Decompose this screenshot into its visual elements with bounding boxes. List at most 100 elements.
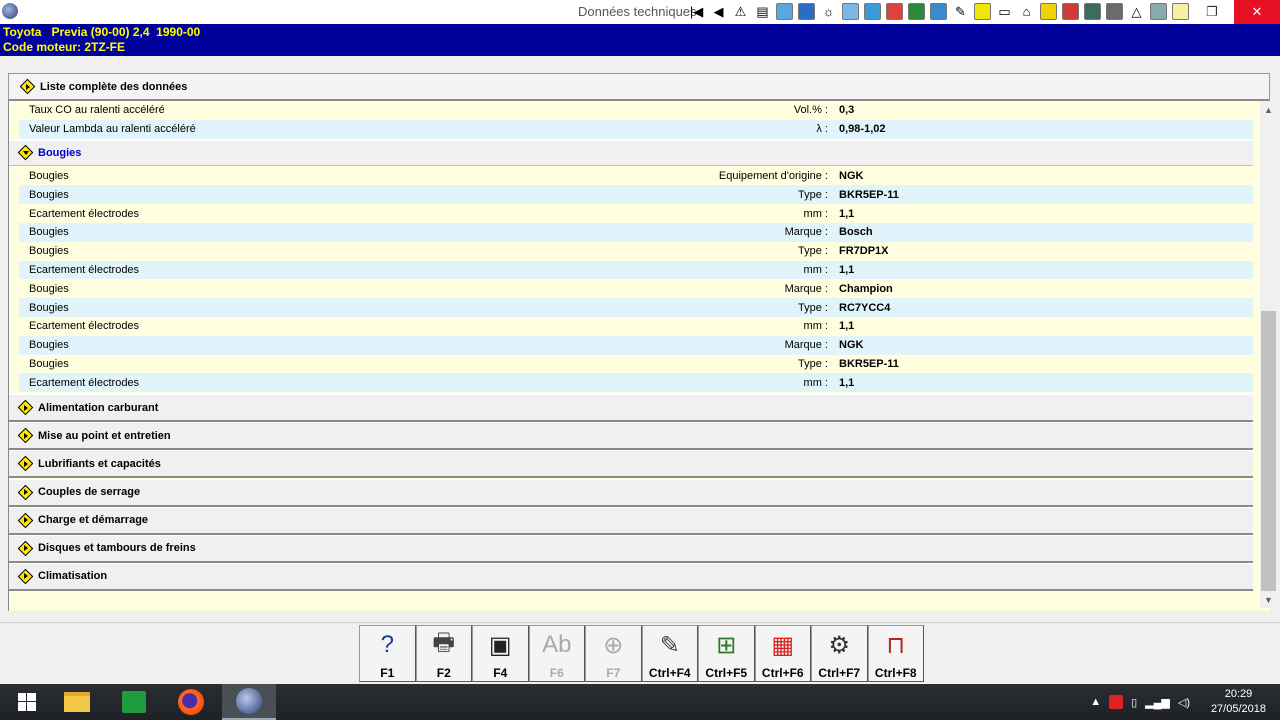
- engine-icon[interactable]: [928, 1, 949, 22]
- title-bar: Données techniques |◀ ◀ ⚠ ▤ ☼ ✎ ▭ ⌂ △ ❐ ✕: [0, 0, 1280, 24]
- section-title: Disques et tambours de freins: [38, 542, 196, 555]
- section-header[interactable]: Couples de serrage: [9, 478, 1253, 507]
- show-hidden-icons-icon[interactable]: ▲: [1090, 696, 1101, 708]
- section-header[interactable]: Charge et démarrage: [9, 506, 1253, 535]
- fkey-label: F4: [493, 666, 508, 680]
- data-row: Ecartement électrodes mm : 1,1: [19, 204, 1253, 223]
- data-row: Bougies Type : BKR5EP-11: [19, 354, 1253, 374]
- row-value: 1,1: [839, 376, 855, 389]
- app-icon[interactable]: [2, 3, 18, 19]
- fkey-f1-button[interactable]: ? F1: [359, 625, 416, 682]
- scroll-up-arrow-icon[interactable]: ▲: [1260, 101, 1277, 118]
- fkey-ctrl-f4-button[interactable]: ✎ Ctrl+F4: [641, 625, 698, 682]
- close-button[interactable]: ✕: [1234, 0, 1280, 24]
- fkey-ctrl-f8-button[interactable]: ⊓ Ctrl+F8: [867, 625, 924, 682]
- collapsed-diamond-icon: [19, 570, 32, 583]
- search-icon: ⊕: [603, 631, 624, 659]
- system-tray: ▲ ▯ ▂▄▆ ◁): [1090, 684, 1190, 720]
- bulb-icon[interactable]: ☼: [818, 1, 839, 22]
- row-label: Bougies: [29, 245, 69, 258]
- wheel-icon-swatch: [1084, 3, 1101, 20]
- document-icon[interactable]: ▤: [752, 1, 773, 22]
- triangle-icon[interactable]: △: [1126, 1, 1147, 22]
- collapse-diamond-icon: [21, 80, 34, 93]
- row-value: RC7YCC4: [839, 301, 891, 314]
- window-title: Données techniques: [578, 4, 697, 19]
- face-icon[interactable]: [1038, 1, 1059, 22]
- section-title: Bougies: [38, 146, 82, 159]
- start-button[interactable]: [0, 684, 54, 720]
- tools-icon[interactable]: [1104, 1, 1125, 22]
- summary-header[interactable]: Liste complète des données: [8, 73, 1270, 101]
- previous-icon[interactable]: ◀: [708, 1, 729, 22]
- main-panel: Liste complète des données Taux CO au ra…: [0, 56, 1280, 622]
- section-header[interactable]: Lubrifiants et capacités: [9, 450, 1253, 479]
- car-lift-icon[interactable]: [862, 1, 883, 22]
- fkey-label: Ctrl+F5: [705, 666, 748, 680]
- window-icon[interactable]: ▭: [994, 1, 1015, 22]
- fkey-f7-button[interactable]: ⊕ F7: [585, 625, 642, 682]
- calculator-icon-swatch: [1062, 3, 1079, 20]
- globe-icon[interactable]: [796, 1, 817, 22]
- fkey-ctrl-f7-button[interactable]: ⚙ Ctrl+F7: [811, 625, 868, 682]
- wheel-icon[interactable]: [1082, 1, 1103, 22]
- fkey-ctrl-f6-button[interactable]: ▦ Ctrl+F6: [754, 625, 811, 682]
- gauge-icon[interactable]: [840, 1, 861, 22]
- section-bougies[interactable]: Bougies: [9, 139, 1253, 166]
- network-signal-icon[interactable]: ▂▄▆: [1145, 696, 1170, 709]
- fkey-f4-button[interactable]: ▣ F4: [472, 625, 529, 682]
- file-explorer-taskbar-icon[interactable]: [50, 684, 104, 720]
- row-unit: Marque :: [784, 339, 828, 352]
- row-label: Ecartement électrodes: [29, 263, 140, 276]
- dashboard-icon[interactable]: [972, 1, 993, 22]
- vehicle-model: Toyota Previa (90-00) 2,4 1990-00: [3, 25, 201, 39]
- fkey-f2-button[interactable]: 🖶 F2: [415, 625, 472, 682]
- row-value: FR7DP1X: [839, 245, 889, 258]
- globe-icon-swatch: [798, 3, 815, 20]
- data-row: Bougies Equipement d'origine : NGK: [19, 166, 1253, 186]
- clock-time: 20:29: [1224, 688, 1253, 700]
- section-title: Charge et démarrage: [38, 514, 149, 527]
- first-page-icon[interactable]: |◀: [686, 1, 707, 22]
- antivirus-icon[interactable]: [1109, 695, 1124, 709]
- car-icon[interactable]: ⌂: [1016, 1, 1037, 22]
- data-row: Bougies Marque : Bosch: [19, 223, 1253, 242]
- printer-icon: 🖶: [432, 628, 456, 656]
- section-header[interactable]: Mise au point et entretien: [9, 422, 1253, 451]
- pen-icon[interactable]: ✎: [950, 1, 971, 22]
- scroll-thumb[interactable]: [1261, 311, 1276, 591]
- section-header[interactable]: Disques et tambours de freins: [9, 534, 1253, 563]
- tire-icon[interactable]: [1148, 1, 1169, 22]
- clock[interactable]: 20:29 27/05/2018: [1211, 687, 1266, 717]
- section-title: Mise au point et entretien: [38, 429, 171, 442]
- autodata-taskbar-icon[interactable]: [222, 684, 276, 720]
- battery-icon[interactable]: [884, 1, 905, 22]
- row-unit: Vol.% :: [793, 104, 828, 117]
- device-icon[interactable]: ▯: [1131, 696, 1137, 709]
- engine-icon-swatch: [930, 3, 947, 20]
- row-unit: Type :: [798, 245, 828, 258]
- scroll-down-arrow-icon[interactable]: ▼: [1260, 591, 1277, 608]
- fkey-f6-button[interactable]: Ab F6: [528, 625, 585, 682]
- firefox-taskbar-icon[interactable]: [164, 684, 218, 720]
- gauge-icon-swatch: [842, 3, 859, 20]
- section-header[interactable]: Alimentation carburant: [9, 394, 1253, 423]
- fkey-ctrl-f5-button[interactable]: ⊞ Ctrl+F5: [698, 625, 755, 682]
- diagram-icon[interactable]: [774, 1, 795, 22]
- volume-icon[interactable]: ◁): [1178, 696, 1190, 709]
- tire-icon-swatch: [1150, 3, 1167, 20]
- collapsed-diamond-icon: [19, 429, 32, 442]
- help-icon: ?: [380, 631, 394, 658]
- section-header[interactable]: Climatisation: [9, 562, 1253, 591]
- row-value: NGK: [839, 169, 864, 182]
- row-value: BKR5EP-11: [839, 357, 899, 370]
- store-taskbar-icon[interactable]: [107, 684, 161, 720]
- collapsed-diamond-icon: [19, 542, 32, 555]
- ramp-icon[interactable]: [906, 1, 927, 22]
- vertical-scrollbar[interactable]: ▲ ▼: [1260, 101, 1277, 608]
- restore-button[interactable]: ❐: [1190, 0, 1234, 24]
- notes-icon[interactable]: [1170, 1, 1191, 22]
- calculator-icon[interactable]: [1060, 1, 1081, 22]
- warning-icon[interactable]: ⚠: [730, 1, 751, 22]
- clock-date: 27/05/2018: [1210, 703, 1266, 715]
